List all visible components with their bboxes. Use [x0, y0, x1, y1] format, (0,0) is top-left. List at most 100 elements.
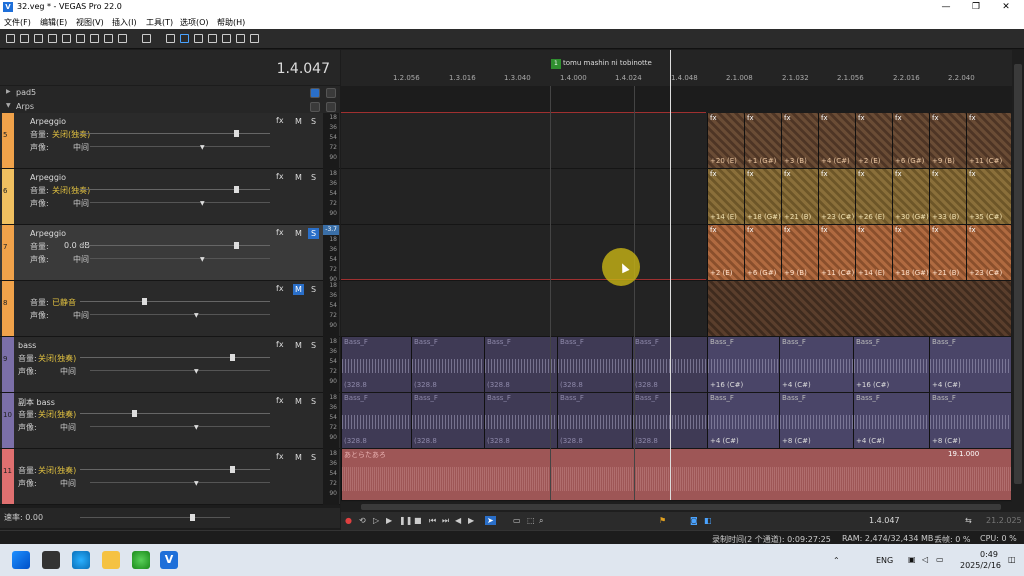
arp-event[interactable]: fx +14 (E) — [855, 225, 892, 280]
bass-event[interactable]: Bass_F +16 (C#) — [707, 337, 779, 392]
render-icon[interactable] — [48, 34, 57, 43]
clock-time[interactable]: 0:49 — [980, 550, 998, 559]
volume-knob[interactable] — [234, 186, 239, 193]
marker-flag[interactable]: 1 — [551, 59, 561, 69]
bass-event[interactable]: Bass_F (328.8 — [484, 393, 557, 448]
bass-event[interactable]: Bass_F +4 (C#) — [853, 393, 929, 448]
arp-event[interactable]: fx +18 (G#) — [744, 169, 781, 224]
track-lane[interactable]: fx +14 (E) fx +18 (G#) fx +21 (B) fx +23 (C#… — [341, 169, 1011, 225]
expand-icon[interactable]: ▶ — [6, 88, 11, 95]
copy-icon[interactable] — [90, 34, 99, 43]
volume-slider[interactable] — [80, 186, 270, 193]
arp-event[interactable]: fx +26 (E) — [855, 169, 892, 224]
pan-knob-icon[interactable]: ▼ — [200, 144, 205, 151]
mute-button[interactable]: M — [293, 340, 304, 351]
marker-icon[interactable]: ⚑ — [659, 516, 666, 525]
volume-knob[interactable] — [234, 242, 239, 249]
track-name[interactable]: bass — [18, 341, 36, 350]
solo-button[interactable]: S — [308, 116, 319, 127]
menu-file[interactable]: 文件(F) — [4, 17, 31, 28]
track-fx-button[interactable]: fx — [276, 116, 284, 125]
track-header[interactable]: 5 Arpeggio 音量: 关闭(独奏) 声像: 中间 ▼ fx M S 18… — [0, 113, 340, 169]
track-header[interactable]: 9 bass 音量: 关闭(独奏) 声像: 中间 ▼ fx M S 18 36 54… — [0, 337, 340, 393]
vegas-taskbar-icon[interactable]: V — [160, 551, 178, 569]
menu-edit[interactable]: 编辑(E) — [40, 17, 67, 28]
arp-event[interactable]: fx +21 (B) — [929, 225, 966, 280]
volume-knob[interactable] — [132, 410, 137, 417]
volume-icon[interactable]: ◁ — [922, 555, 928, 564]
track-lane[interactable]: あとらたあろ 19.1.000 — [341, 449, 1011, 501]
arp-event[interactable]: fx +9 (B) — [929, 113, 966, 168]
track-name[interactable]: 副本 bass — [18, 397, 55, 408]
battery-icon[interactable]: ▭ — [936, 555, 944, 564]
solo-button[interactable]: S — [308, 340, 319, 351]
volume-slider[interactable] — [80, 298, 270, 305]
bass-event[interactable]: Bass_F +8 (C#) — [779, 393, 853, 448]
arp-event[interactable]: fx +4 (C#) — [818, 113, 855, 168]
volume-slider[interactable] — [80, 242, 270, 249]
edge-icon[interactable] — [72, 551, 90, 569]
undo-icon[interactable] — [118, 34, 127, 43]
bus-env-icon[interactable] — [326, 102, 336, 112]
track-fx-button[interactable]: fx — [276, 396, 284, 405]
arp-event[interactable]: fx +11 (C#) — [818, 225, 855, 280]
cut-icon[interactable] — [76, 34, 85, 43]
select-tool-icon[interactable]: ⬚ — [527, 516, 535, 525]
track-lane[interactable]: fx +20 (E) fx +1 (G#) fx +3 (B) fx +4 (C#) f… — [341, 113, 1011, 169]
arp-event[interactable]: fx +33 (B) — [929, 169, 966, 224]
volume-knob[interactable] — [142, 298, 147, 305]
track-fx-button[interactable]: fx — [276, 452, 284, 461]
pan-slider[interactable]: ▼ — [90, 144, 270, 151]
arp-event[interactable]: fx +30 (G#) — [892, 169, 929, 224]
bass-event[interactable]: Bass_F +8 (C#) — [929, 393, 1011, 448]
bass-event[interactable]: Bass_F (328.8 — [411, 337, 484, 392]
network-icon[interactable]: ▣ — [908, 555, 916, 564]
crossfade-toggle-icon[interactable]: ◧ — [704, 516, 712, 525]
stop-icon[interactable]: ■ — [414, 516, 422, 525]
mute-button[interactable]: M — [293, 116, 304, 127]
track-name[interactable]: Arpeggio — [30, 229, 66, 238]
track-header[interactable]: 10 副本 bass 音量: 关闭(独奏) 声像: 中间 ▼ fx M S 18… — [0, 393, 340, 449]
bus-env-icon[interactable] — [326, 88, 336, 98]
track-lane[interactable] — [341, 281, 1011, 337]
tray-chevron-icon[interactable]: ⌃ — [833, 556, 840, 565]
pan-slider[interactable]: ▼ — [90, 424, 270, 431]
bass-event[interactable]: Bass_F (328.8 — [484, 337, 557, 392]
solo-button[interactable]: S — [308, 452, 319, 463]
menu-options[interactable]: 选项(O) — [180, 17, 209, 28]
volume-knob[interactable] — [230, 354, 235, 361]
start-icon[interactable] — [12, 551, 30, 569]
go-start-icon[interactable]: ⏮ — [429, 516, 436, 526]
volume-knob[interactable] — [234, 130, 239, 137]
timeline-ruler[interactable]: 1 tomu mashin ni tobinotte 1.2.056 1.3.0… — [341, 50, 1024, 86]
selection-tool-icon[interactable] — [250, 34, 259, 43]
track-fx-button[interactable]: fx — [276, 284, 284, 293]
file-explorer-icon[interactable] — [102, 551, 120, 569]
rate-knob[interactable] — [190, 514, 195, 521]
save-icon[interactable] — [34, 34, 43, 43]
pan-slider[interactable]: ▼ — [90, 480, 270, 487]
arp-event[interactable]: fx +11 (C#) — [966, 113, 1011, 168]
volume-slider[interactable] — [80, 466, 270, 473]
arp-event[interactable]: fx +6 (G#) — [744, 225, 781, 280]
snap-icon[interactable] — [166, 34, 175, 43]
loop-icon[interactable]: ⟲ — [359, 516, 366, 525]
muted-arp-events[interactable] — [707, 281, 1011, 336]
arp-event[interactable]: fx +3 (B) — [781, 113, 818, 168]
bass-event[interactable]: Bass_F (328.8 — [557, 393, 632, 448]
rate-slider[interactable] — [80, 514, 230, 521]
mute-button[interactable]: M — [293, 452, 304, 463]
track-name[interactable]: Arpeggio — [30, 173, 66, 182]
menu-view[interactable]: 视图(V) — [76, 17, 104, 28]
ignore-grouping-icon[interactable] — [208, 34, 217, 43]
solo-button[interactable]: S — [308, 172, 319, 183]
arp-event[interactable]: fx +23 (C#) — [966, 225, 1011, 280]
bass-event[interactable]: Bass_F +4 (C#) — [707, 393, 779, 448]
minimize-button[interactable]: — — [936, 1, 956, 14]
pause-icon[interactable]: ❚❚ — [399, 516, 412, 525]
loop-region-icon[interactable]: ⇆ — [965, 516, 972, 525]
bass-event[interactable]: Bass_F (328.8 — [341, 337, 411, 392]
volume-knob[interactable] — [230, 466, 235, 473]
menu-help[interactable]: 帮助(H) — [217, 17, 245, 28]
track-header-selected[interactable]: 7 Arpeggio 音量: 0.0 dB 声像: 中间 ▼ fx M S -3… — [0, 225, 340, 283]
